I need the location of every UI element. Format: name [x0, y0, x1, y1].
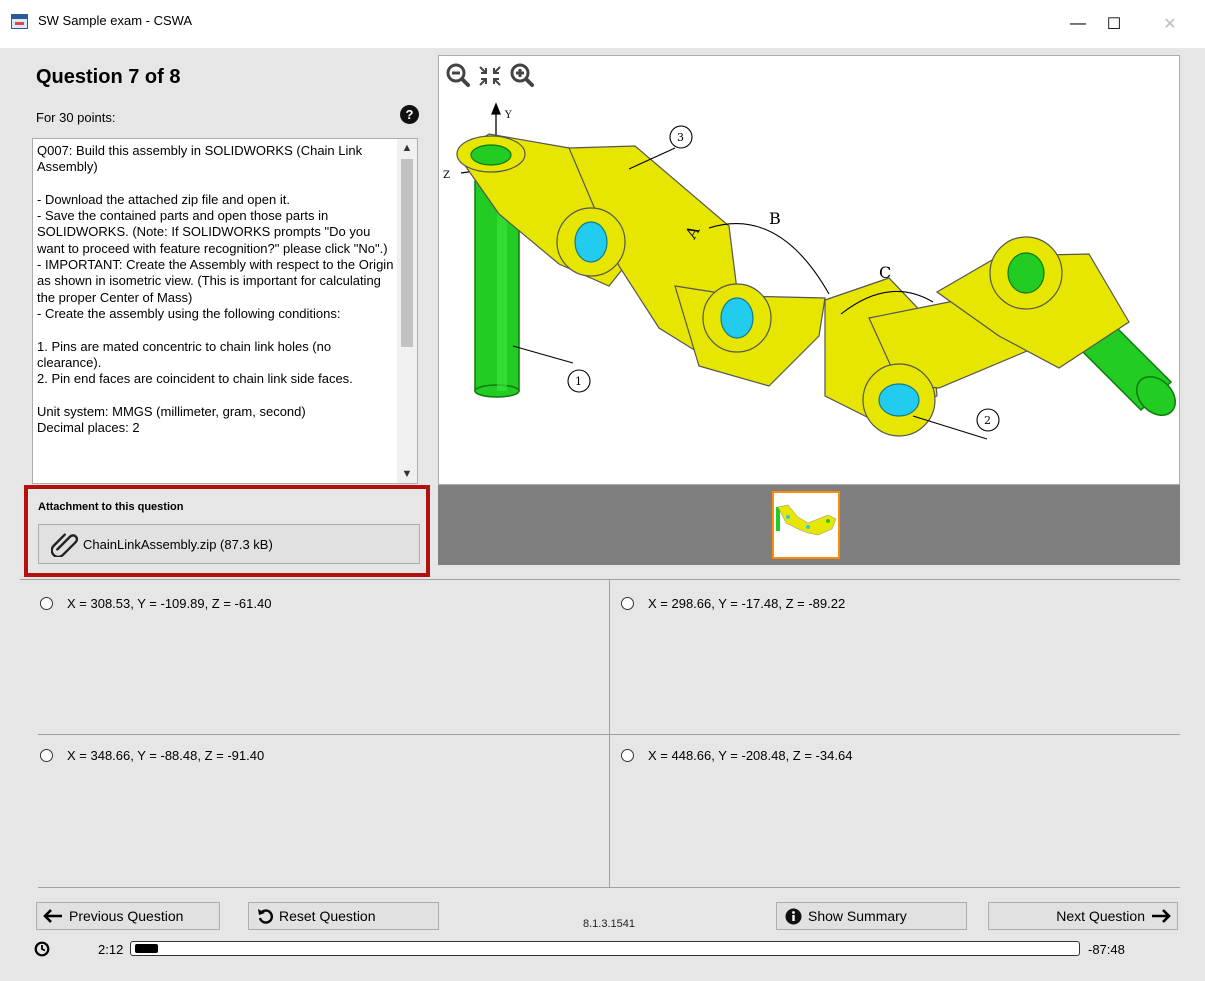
answer-radio-2[interactable]	[621, 596, 634, 610]
arrow-right-icon	[1151, 909, 1171, 923]
show-summary-button[interactable]: Show Summary	[776, 902, 967, 930]
answer-label-3: X = 348.66, Y = -88.48, Z = -91.40	[67, 747, 265, 763]
reset-question-button[interactable]: Reset Question	[248, 902, 439, 930]
next-question-button[interactable]: Next Question	[988, 902, 1178, 930]
previous-question-label: Previous Question	[69, 908, 184, 924]
info-icon	[785, 908, 802, 925]
answer-radio-3[interactable]	[40, 748, 53, 762]
answer-label-2: X = 298.66, Y = -17.48, Z = -89.22	[648, 595, 846, 611]
callout-2: 2	[984, 414, 991, 427]
dimension-b: B	[769, 209, 781, 228]
maximize-button[interactable]: ☐	[1091, 8, 1137, 40]
answer-option-3[interactable]: X = 348.66, Y = -88.48, Z = -91.40	[40, 745, 264, 765]
arrow-left-icon	[43, 909, 63, 923]
answer-radio-1[interactable]	[40, 596, 53, 610]
divider-top	[20, 579, 1180, 580]
elapsed-time: 2:12	[98, 942, 124, 957]
remaining-time: -87:48	[1088, 942, 1125, 957]
question-text-box[interactable]: Q007: Build this assembly in SOLIDWORKS …	[32, 138, 418, 484]
y-axis-label: Y	[504, 110, 512, 121]
title-bar: SW Sample exam - CSWA — ☐ ✕	[0, 0, 1205, 48]
image-viewer[interactable]: Y X Z	[438, 55, 1180, 485]
question-text: Q007: Build this assembly in SOLIDWORKS …	[37, 143, 394, 436]
answer-option-2[interactable]: X = 298.66, Y = -17.48, Z = -89.22	[621, 593, 845, 613]
reset-icon	[257, 908, 273, 924]
points-label: For 30 points:	[36, 110, 116, 125]
thumbnail-image	[776, 504, 837, 536]
exam-panel: Question 7 of 8 For 30 points: ? Q007: B…	[0, 48, 1205, 981]
answer-label-1: X = 308.53, Y = -109.89, Z = -61.40	[67, 595, 272, 611]
question-title: Question 7 of 8	[36, 66, 181, 88]
previous-question-button[interactable]: Previous Question	[36, 902, 220, 930]
attachment-button[interactable]: ChainLinkAssembly.zip (87.3 kB)	[38, 524, 420, 564]
paperclip-icon	[51, 533, 79, 557]
divider-bottom	[38, 887, 1180, 888]
time-progress-bar	[130, 941, 1080, 956]
app-icon	[11, 14, 28, 29]
callout-3: 3	[677, 131, 684, 144]
chain-assembly-image: Y X Z	[443, 102, 1176, 440]
answer-label-4: X = 448.66, Y = -208.48, Z = -34.64	[648, 747, 853, 763]
clock-icon	[34, 941, 50, 957]
answer-radio-4[interactable]	[621, 748, 634, 762]
show-summary-label: Show Summary	[808, 908, 907, 924]
scroll-down-icon[interactable]: ▼	[397, 465, 417, 483]
thumbnail-1[interactable]	[772, 491, 840, 559]
question-scrollbar[interactable]: ▲ ▼	[397, 139, 417, 483]
version-label: 8.1.3.1541	[583, 918, 635, 930]
answer-option-1[interactable]: X = 308.53, Y = -109.89, Z = -61.40	[40, 593, 271, 613]
scroll-thumb[interactable]	[401, 159, 413, 347]
answer-option-4[interactable]: X = 448.66, Y = -208.48, Z = -34.64	[621, 745, 852, 765]
time-progress-fill	[135, 944, 158, 953]
attachment-label: Attachment to this question	[38, 501, 184, 513]
close-button[interactable]: ✕	[1147, 8, 1193, 40]
attachment-highlight: Attachment to this question ChainLinkAss…	[24, 485, 430, 577]
help-icon[interactable]: ?	[400, 105, 419, 124]
dimension-c: C	[879, 263, 891, 282]
divider-middle	[38, 734, 1180, 735]
next-question-label: Next Question	[1056, 908, 1145, 924]
callout-1: 1	[575, 375, 582, 388]
z-axis-label: Z	[443, 170, 450, 181]
window-title: SW Sample exam - CSWA	[38, 13, 193, 28]
thumbnail-strip	[438, 485, 1180, 565]
attachment-filename: ChainLinkAssembly.zip (87.3 kB)	[83, 537, 273, 552]
reset-question-label: Reset Question	[279, 908, 376, 924]
scroll-up-icon[interactable]: ▲	[397, 139, 417, 157]
